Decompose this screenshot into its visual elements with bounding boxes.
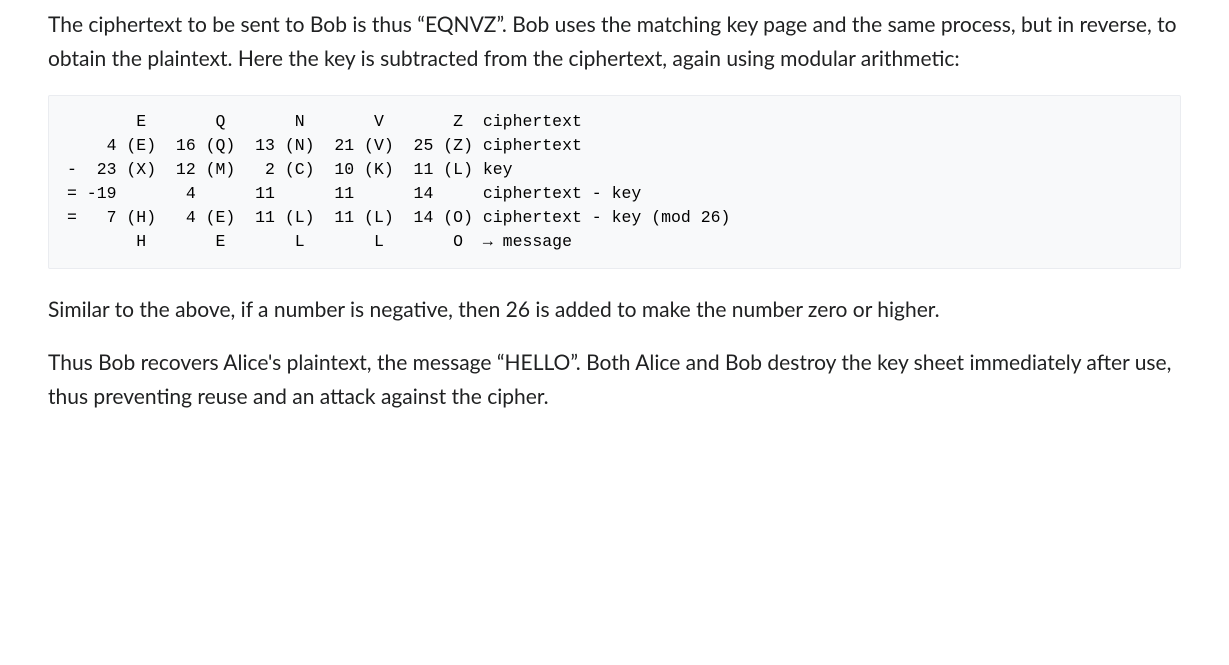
cipher-code-block: E Q N V Z ciphertext 4 (E) 16 (Q) 13 (N)… <box>48 95 1181 269</box>
negative-note-paragraph: Similar to the above, if a number is neg… <box>48 293 1181 327</box>
intro-paragraph: The ciphertext to be sent to Bob is thus… <box>48 8 1181 75</box>
conclusion-paragraph: Thus Bob recovers Alice's plaintext, the… <box>48 346 1181 413</box>
